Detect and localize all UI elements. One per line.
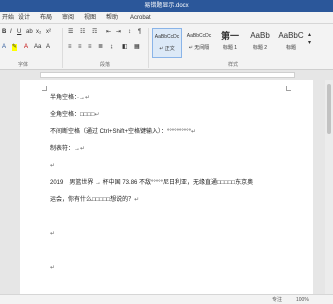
sort-icon[interactable]: ↕ (128, 29, 131, 36)
bullets-icon[interactable]: ☰ (68, 29, 73, 36)
scrollbar-thumb[interactable] (327, 84, 331, 134)
doc-line-9[interactable]: ↵ (50, 264, 55, 272)
line-spacing-icon[interactable]: ↨ (110, 44, 113, 51)
tab-layout[interactable]: 布局 (40, 15, 52, 22)
highlight-icon[interactable]: ✎ (12, 44, 18, 51)
tab-insert[interactable]: 设计 (18, 15, 30, 22)
char-border-icon[interactable]: A (46, 44, 50, 51)
zoom-level[interactable]: 100% (296, 297, 309, 303)
decrease-indent-icon[interactable]: ⇤ (106, 29, 111, 36)
text-effects-icon[interactable]: A (2, 44, 6, 51)
style-title[interactable]: AaBbC 标题 (276, 28, 306, 58)
doc-line-6[interactable]: 2019 男篮世界 → 杯中国 73.86 不敌°°°°°尼日利亚，无缘直通□□… (50, 179, 253, 187)
horizontal-ruler (0, 70, 333, 80)
borders-icon[interactable]: ▦ (134, 44, 140, 51)
subscript-button[interactable]: x₂ (36, 29, 41, 36)
styles-scroll-up-icon[interactable]: ▴ (308, 32, 311, 39)
style-heading-1[interactable]: 第一 标题 1 (216, 28, 244, 58)
style-no-spacing[interactable]: AaBbCcDc ↵ 无间隔 (184, 28, 214, 58)
strikethrough-button[interactable]: ab (26, 29, 33, 36)
doc-line-2[interactable]: 全角空格：□□□□↵ (50, 111, 100, 119)
title-bar: 易错题显示.docx (0, 0, 333, 12)
status-bar: 专注 100% (0, 294, 333, 304)
styles-group-label: 样式 (228, 62, 239, 68)
change-case-icon[interactable]: Aa (34, 44, 41, 51)
numbering-icon[interactable]: ☷ (80, 29, 85, 36)
menu-bar: 开始 设计 布局 审阅 视图 帮助 Acrobat (0, 12, 333, 24)
doc-line-3[interactable]: 不间断空格（通过 Ctrl+Shift+空格键输入）：°°°°°°°°°°↵ (50, 128, 196, 136)
style-normal[interactable]: AaBbCcDc ↵ 正文 (152, 28, 182, 58)
tab-acrobat[interactable]: Acrobat (130, 15, 151, 22)
align-right-icon[interactable]: ≡ (88, 44, 92, 51)
underline-button[interactable]: U (17, 29, 21, 36)
styles-scroll-down-icon[interactable]: ▾ (308, 40, 311, 47)
doc-line-7[interactable]: 运会，你有什么□□□□□想说的？↵ (50, 196, 139, 204)
increase-indent-icon[interactable]: ⇥ (116, 29, 121, 36)
window-title: 易错题显示.docx (144, 3, 189, 9)
font-group-label: 字体 (18, 62, 29, 68)
crop-mark (42, 86, 47, 91)
show-marks-icon[interactable]: ¶ (138, 29, 141, 36)
tab-help[interactable]: 帮助 (106, 15, 118, 22)
tab-review[interactable]: 审阅 (62, 15, 74, 22)
ruler-track[interactable] (40, 72, 295, 78)
doc-line-5[interactable]: ↵ (50, 162, 55, 170)
group-separator (62, 28, 63, 68)
shading-icon[interactable]: ◧ (122, 44, 128, 51)
crop-mark (286, 86, 291, 91)
vertical-scrollbar[interactable] (325, 80, 333, 294)
font-color-icon[interactable]: A (24, 44, 28, 51)
focus-mode-button[interactable]: 专注 (272, 297, 282, 303)
group-separator (148, 28, 149, 68)
multilevel-icon[interactable]: ☶ (92, 29, 97, 36)
style-heading-2[interactable]: AaBb 标题 2 (246, 28, 274, 58)
justify-icon[interactable]: ≣ (98, 44, 103, 51)
italic-button[interactable]: I (10, 29, 12, 36)
align-left-icon[interactable]: ≡ (68, 44, 72, 51)
ribbon: B I U ab x₂ x² A ✎ A Aa A 字体 ☰ ☷ ☶ ⇤ ⇥ ↕… (0, 24, 333, 70)
bold-button[interactable]: B (2, 29, 6, 36)
tab-home[interactable]: 开始 (2, 15, 14, 22)
doc-line-8[interactable]: ↵ (50, 230, 55, 238)
superscript-button[interactable]: x² (46, 29, 51, 36)
document-page[interactable]: 半角空格：·→↵ 全角空格：□□□□↵ 不间断空格（通过 Ctrl+Shift+… (20, 80, 313, 294)
paragraph-group-label: 段落 (100, 62, 111, 68)
doc-line-1[interactable]: 半角空格：·→↵ (50, 94, 90, 102)
align-center-icon[interactable]: ≡ (78, 44, 82, 51)
doc-line-4[interactable]: 制表符：→↵ (50, 145, 85, 153)
tab-view[interactable]: 视图 (84, 15, 96, 22)
